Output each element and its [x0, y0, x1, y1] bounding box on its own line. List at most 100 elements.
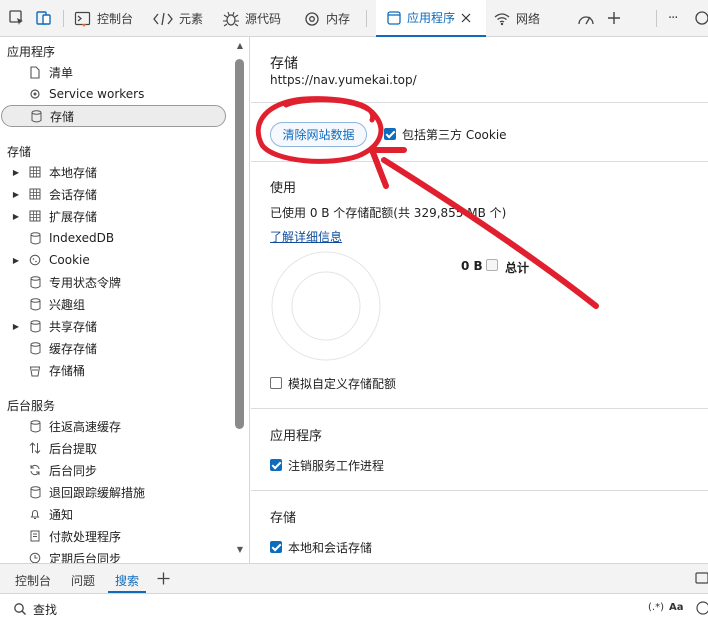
devtools-tab-bar: 控制台 元素 源代码 内存 应用程序 网络 ···: [0, 0, 708, 37]
database-icon: [28, 485, 42, 499]
card-icon: [28, 529, 42, 543]
usage-donut-chart: [271, 251, 381, 361]
sidebar-item-cookie[interactable]: ▶ Cookie: [0, 249, 227, 271]
sidebar-item-bounce-tracking[interactable]: 退回跟踪缓解措施: [0, 481, 227, 503]
database-icon: [28, 275, 42, 289]
up-down-arrows-icon: [28, 441, 42, 455]
include-third-party-cookies-checkbox[interactable]: [384, 128, 396, 140]
settings-gear-icon[interactable]: [693, 9, 708, 27]
grid-icon: [28, 165, 42, 179]
database-icon: [28, 297, 42, 311]
sidebar-item-label: 清单: [49, 65, 74, 80]
search-bar: 查找 (.*) Aa: [0, 593, 708, 623]
search-icon: [14, 603, 26, 615]
drawer-tab-search[interactable]: 搜索: [115, 572, 139, 589]
sidebar-item-service-workers[interactable]: Service workers: [0, 83, 227, 105]
sidebar-item-notifications[interactable]: 通知: [0, 503, 227, 525]
bell-icon: [28, 507, 42, 521]
sidebar-item-label: IndexedDB: [49, 231, 115, 245]
tab-sources[interactable]: 源代码: [222, 0, 281, 37]
expand-arrow-icon[interactable]: ▶: [10, 190, 22, 199]
include-third-party-cookies-label: 包括第三方 Cookie: [402, 128, 507, 142]
tab-label: 源代码: [245, 12, 282, 26]
close-icon[interactable]: [460, 12, 472, 24]
sidebar-item-bfcache[interactable]: 往返高速缓存: [0, 415, 227, 437]
tab-label: 元素: [179, 12, 204, 26]
sidebar-item-extension-storage[interactable]: ▶ 扩展存储: [0, 205, 227, 227]
sidebar-item-periodic-sync[interactable]: 定期后台同步: [0, 547, 227, 563]
add-drawer-tab-icon[interactable]: [156, 571, 171, 586]
learn-more-link[interactable]: 了解详细信息: [270, 228, 342, 245]
search-input[interactable]: 查找: [33, 601, 57, 618]
sidebar-item-label: 存储: [50, 109, 75, 124]
sidebar-item-label: Cookie: [49, 253, 90, 267]
total-value: 0 B: [461, 259, 483, 273]
sidebar-item-payment-handler[interactable]: 付款处理程序: [0, 525, 227, 547]
sidebar-item-interest-groups[interactable]: 兴趣组: [0, 293, 227, 315]
tab-performance[interactable]: [576, 0, 596, 37]
simulate-quota-checkbox[interactable]: [270, 377, 282, 389]
sidebar-item-indexeddb[interactable]: IndexedDB: [0, 227, 227, 249]
tab-network[interactable]: 网络: [493, 0, 540, 37]
sidebar-item-storage[interactable]: 存储: [1, 105, 226, 127]
cookie-icon: [28, 253, 42, 267]
drawer-tab-console[interactable]: 控制台: [15, 572, 51, 589]
usage-text: 已使用 0 B 个存储配额(共 329,855 MB 个): [270, 206, 507, 220]
dock-icon[interactable]: [694, 571, 708, 585]
sidebar-item-storage-buckets[interactable]: 存储桶: [0, 359, 227, 381]
tab-label: 控制台: [97, 12, 134, 26]
expand-arrow-icon[interactable]: ▶: [10, 322, 22, 331]
regex-toggle[interactable]: (.*): [648, 602, 664, 613]
expand-arrow-icon[interactable]: ▶: [10, 256, 22, 265]
sidebar-item-label: 后台同步: [49, 463, 98, 478]
unregister-service-workers-checkbox[interactable]: [270, 459, 282, 471]
tab-separator: [366, 10, 367, 27]
expand-arrow-icon[interactable]: ▶: [10, 168, 22, 177]
clear-search-icon[interactable]: [696, 601, 708, 615]
sidebar-item-session-storage[interactable]: ▶ 会话存储: [0, 183, 227, 205]
unregister-service-workers-label: 注销服务工作进程: [288, 459, 385, 473]
scroll-up-arrow-icon[interactable]: ▲: [235, 42, 245, 50]
sidebar-item-local-storage[interactable]: ▶ 本地存储: [0, 161, 227, 183]
inspect-element-icon[interactable]: [8, 9, 26, 27]
divider: [251, 490, 708, 491]
sidebar-item-label: 共享存储: [49, 319, 98, 334]
storage-panel: 存储 https://nav.yumekai.top/ 清除网站数据 包括第三方…: [251, 37, 708, 563]
grid-icon: [28, 187, 42, 201]
sidebar-scrollbar-thumb[interactable]: [235, 59, 244, 429]
device-emulation-icon[interactable]: [35, 9, 53, 27]
more-tools-button[interactable]: ···: [668, 0, 678, 37]
sidebar-heading-application: 应用程序: [7, 45, 56, 59]
database-icon: [28, 319, 42, 333]
tab-memory[interactable]: 内存: [303, 0, 350, 37]
divider: [251, 161, 708, 162]
clear-site-data-button[interactable]: 清除网站数据: [270, 122, 367, 147]
sidebar-item-label: 付款处理程序: [49, 529, 122, 544]
bug-icon: [223, 11, 239, 26]
tab-console[interactable]: 控制台: [74, 0, 133, 37]
application-sidebar: 应用程序 清单 Service workers 存储 存储 ▶ 本地存储 ▶ 会…: [0, 37, 250, 563]
sidebar-item-label: 缓存存储: [49, 341, 98, 356]
clock-icon: [28, 551, 42, 563]
tab-application[interactable]: 应用程序: [376, 0, 486, 37]
drawer-tab-issues[interactable]: 问题: [71, 572, 95, 589]
sidebar-item-cache-storage[interactable]: 缓存存储: [0, 337, 227, 359]
usage-section-title: 使用: [270, 181, 297, 196]
sidebar-item-background-sync[interactable]: 后台同步: [0, 459, 227, 481]
add-tab-icon[interactable]: [605, 9, 623, 27]
sidebar-item-manifest[interactable]: 清单: [0, 61, 227, 83]
expand-arrow-icon[interactable]: ▶: [10, 212, 22, 221]
match-case-toggle[interactable]: Aa: [669, 602, 684, 613]
sidebar-item-label: 会话存储: [49, 187, 98, 202]
local-session-storage-checkbox[interactable]: [270, 541, 282, 553]
terminal-icon: [74, 11, 91, 27]
sidebar-item-private-state-tokens[interactable]: 专用状态令牌: [0, 271, 227, 293]
tab-label: 应用程序: [407, 11, 456, 25]
sidebar-item-background-fetch[interactable]: 后台提取: [0, 437, 227, 459]
gear-icon: [305, 11, 319, 26]
divider: [251, 408, 708, 409]
total-label: 总计: [505, 261, 530, 275]
scroll-down-arrow-icon[interactable]: ▼: [235, 546, 245, 554]
sidebar-item-shared-storage[interactable]: ▶ 共享存储: [0, 315, 227, 337]
tab-elements[interactable]: 元素: [152, 0, 203, 37]
